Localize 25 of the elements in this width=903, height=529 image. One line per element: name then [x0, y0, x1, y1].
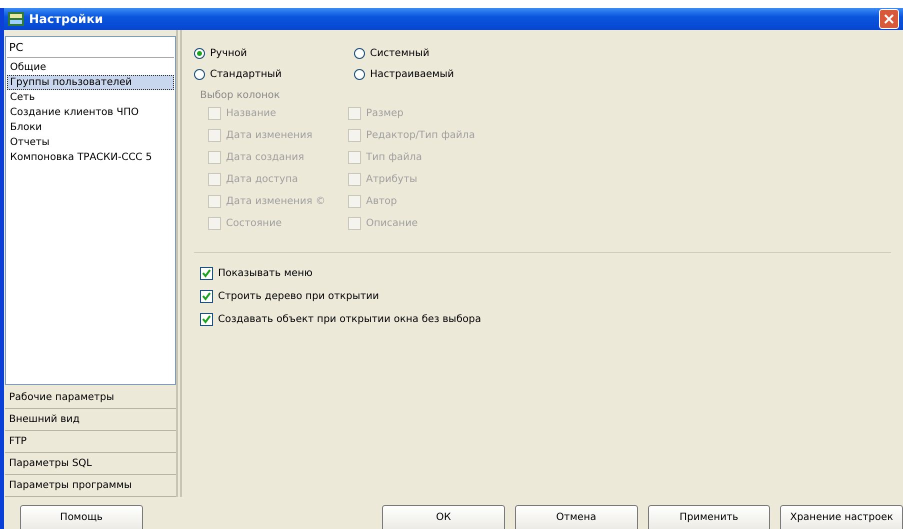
checkbox-option[interactable]: Показывать меню — [200, 267, 891, 280]
radio-option[interactable]: Системный — [354, 48, 554, 59]
window-title: Настройки — [29, 12, 104, 26]
close-icon — [883, 13, 895, 25]
dialog-button[interactable]: Хранение настроек — [780, 505, 903, 529]
checkbox-option[interactable]: Строить дерево при открытии — [200, 290, 891, 303]
radio-option[interactable]: Стандартный — [194, 69, 354, 80]
list-header: РС — [7, 39, 174, 58]
close-button[interactable] — [879, 9, 899, 29]
group-title: Выбор колонок — [200, 90, 281, 101]
list-item[interactable]: Компоновка ТРАСКИ-ССС 5 — [7, 150, 174, 165]
checkbox-option[interactable]: Создавать объект при открытии окна без выбора — [200, 313, 891, 326]
list-item[interactable]: Блоки — [7, 120, 174, 135]
list-item[interactable]: Отчеты — [7, 135, 174, 150]
list-item[interactable]: Создание клиентов ЧПО — [7, 105, 174, 120]
dialog-button[interactable]: ОК — [382, 505, 505, 529]
radio-option[interactable]: Настраиваемый — [354, 69, 554, 80]
app-icon — [8, 12, 24, 26]
list-item[interactable]: Группы пользователей — [7, 75, 174, 90]
dialog-button[interactable]: Применить — [648, 505, 770, 529]
dialog-button[interactable]: Помощь — [20, 505, 143, 529]
dialog-button[interactable]: Отмена — [514, 505, 638, 529]
list-item[interactable]: Общие — [7, 60, 174, 75]
radio-option[interactable]: Ручной — [194, 48, 354, 59]
list-item[interactable]: Сеть — [7, 90, 174, 105]
